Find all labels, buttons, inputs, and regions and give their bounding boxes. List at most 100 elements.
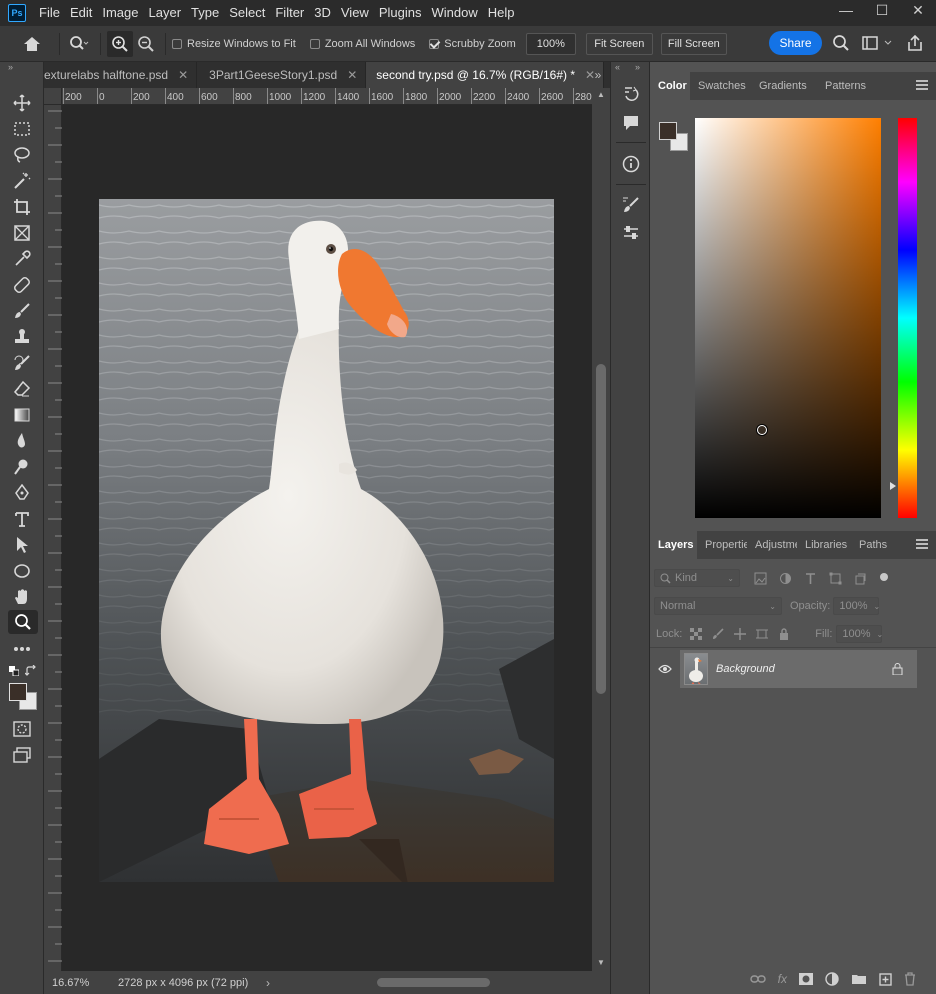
menu-window[interactable]: Window <box>426 0 482 26</box>
fill-screen-button[interactable]: Fill Screen <box>660 32 727 55</box>
path-selection-tool-icon[interactable] <box>11 534 33 556</box>
healing-brush-tool-icon[interactable] <box>11 274 33 296</box>
history-brush-tool-icon[interactable] <box>11 352 33 374</box>
tab-geese-story[interactable]: 3Part1GeeseStory1.psd ✕ <box>197 62 367 88</box>
clone-stamp-tool-icon[interactable] <box>11 326 33 348</box>
status-menu-arrow[interactable]: › <box>266 976 270 990</box>
shape-filter-icon[interactable] <box>829 572 842 585</box>
fill-field[interactable]: 100% ⌄ <box>836 625 883 643</box>
collapse-toolbar-icon[interactable]: » <box>8 62 13 72</box>
share-button[interactable]: Share <box>769 31 822 55</box>
dodge-tool-icon[interactable] <box>11 456 33 478</box>
zoom-tool-preset-icon[interactable] <box>66 31 92 57</box>
menu-edit[interactable]: Edit <box>65 0 97 26</box>
scrubby-zoom-check-icon[interactable] <box>429 38 440 49</box>
new-layer-icon[interactable] <box>879 972 892 986</box>
color-picker-marker[interactable] <box>757 425 767 435</box>
hue-slider[interactable] <box>898 118 917 518</box>
color-panel-menu-icon[interactable] <box>916 80 928 90</box>
new-group-icon[interactable] <box>851 973 867 985</box>
scroll-down-icon[interactable]: ▼ <box>597 958 605 967</box>
share-export-icon[interactable] <box>906 34 924 52</box>
zoom-tool-icon[interactable] <box>8 610 38 634</box>
lock-position-icon[interactable] <box>734 628 747 640</box>
menu-filter[interactable]: Filter <box>270 0 309 26</box>
tab-halftone[interactable]: exturelabs halftone.psd ✕ <box>44 62 198 88</box>
layer-style-fx-icon[interactable]: fx <box>778 972 787 986</box>
tab-gradients[interactable]: Gradients <box>751 72 817 100</box>
adjustment-filter-icon[interactable] <box>779 572 792 585</box>
workspace-icon[interactable] <box>862 36 892 50</box>
vertical-scroll-thumb[interactable] <box>596 364 606 694</box>
close-tab-icon[interactable]: ✕ <box>347 68 357 82</box>
tab-swatches[interactable]: Swatches <box>690 72 751 100</box>
menu-3d[interactable]: 3D <box>309 0 336 26</box>
adjustment-layer-icon[interactable] <box>825 972 839 986</box>
eraser-tool-icon[interactable] <box>11 378 33 400</box>
lock-artboard-icon[interactable] <box>756 628 769 640</box>
zoom-in-icon[interactable] <box>107 30 133 57</box>
tab-patterns[interactable]: Patterns <box>817 72 877 100</box>
tab-libraries[interactable]: Libraries <box>797 531 851 559</box>
vertical-scrollbar[interactable]: ▲ ▼ <box>592 88 610 971</box>
tab-adjustments[interactable]: Adjustments <box>747 531 797 559</box>
menu-view[interactable]: View <box>336 0 374 26</box>
brush-tool-icon[interactable] <box>11 300 33 322</box>
zoom-all-check-icon[interactable] <box>309 38 320 49</box>
marquee-tool-icon[interactable] <box>11 118 33 140</box>
saturation-value-field[interactable] <box>695 118 881 518</box>
ruler-origin[interactable] <box>44 88 62 105</box>
collapse-dock-icon[interactable]: » <box>635 62 640 72</box>
tab-color[interactable]: Color <box>650 72 690 100</box>
foreground-color-swatch[interactable] <box>9 683 27 701</box>
default-colors-icon[interactable] <box>9 666 19 676</box>
smart-object-filter-icon[interactable] <box>854 572 867 585</box>
opacity-field[interactable]: 100% ⌄ <box>833 597 880 615</box>
hand-tool-icon[interactable] <box>11 586 33 608</box>
close-window-button[interactable]: ✕ <box>900 0 936 20</box>
more-tools-icon[interactable] <box>11 638 33 660</box>
delete-layer-icon[interactable] <box>904 972 916 986</box>
filter-toggle-icon[interactable] <box>879 572 889 582</box>
kind-filter-select[interactable]: Kind ⌄ <box>654 569 740 587</box>
resize-windows-check-icon[interactable] <box>172 38 182 49</box>
adjustment-presets-icon[interactable] <box>620 222 642 244</box>
type-filter-icon[interactable] <box>804 572 817 585</box>
menu-layer[interactable]: Layer <box>144 0 187 26</box>
gradient-tool-icon[interactable] <box>11 404 33 426</box>
menu-type[interactable]: Type <box>186 0 224 26</box>
menu-select[interactable]: Select <box>224 0 270 26</box>
pen-tool-icon[interactable] <box>11 482 33 504</box>
horizontal-ruler[interactable]: 200 0 200 400 600 800 1000 1200 1400 1600 1800 2000… <box>62 88 592 105</box>
menu-file[interactable]: File <box>34 0 65 26</box>
horizontal-scroll-thumb[interactable] <box>377 978 490 987</box>
info-panel-icon[interactable] <box>620 153 642 175</box>
tab-layers[interactable]: Layers <box>650 531 697 559</box>
expand-dock-icon[interactable]: « <box>615 62 620 72</box>
link-layers-icon[interactable] <box>749 974 766 984</box>
ellipse-tool-icon[interactable] <box>11 560 33 582</box>
horizontal-scrollbar[interactable] <box>282 971 610 994</box>
zoom-level[interactable]: 16.67% <box>52 977 110 989</box>
layer-visibility-eye-icon[interactable] <box>658 664 672 674</box>
minimize-button[interactable]: — <box>828 0 864 20</box>
lock-pixels-icon[interactable] <box>712 628 724 640</box>
magic-wand-tool-icon[interactable] <box>11 170 33 192</box>
goose-photo[interactable] <box>99 199 554 882</box>
close-tab-icon[interactable]: ✕ <box>178 68 188 82</box>
maximize-button[interactable]: ☐ <box>864 0 900 20</box>
hue-slider-handle[interactable] <box>890 482 896 490</box>
screen-mode-icon[interactable] <box>11 744 33 766</box>
blur-tool-icon[interactable] <box>11 430 33 452</box>
menu-plugins[interactable]: Plugins <box>374 0 427 26</box>
tab-overflow-icon[interactable]: » <box>586 62 610 88</box>
color-foreground-swatch[interactable] <box>659 122 677 140</box>
blend-mode-select[interactable]: Normal ⌄ <box>654 597 782 615</box>
add-mask-icon[interactable] <box>799 973 813 985</box>
lock-transparent-icon[interactable] <box>690 628 703 640</box>
vertical-ruler[interactable] <box>44 105 62 971</box>
layer-row-background[interactable]: Background <box>680 650 917 688</box>
layers-panel-menu-icon[interactable] <box>916 539 928 549</box>
eyedropper-tool-icon[interactable] <box>11 248 33 270</box>
crop-tool-icon[interactable] <box>11 196 33 218</box>
